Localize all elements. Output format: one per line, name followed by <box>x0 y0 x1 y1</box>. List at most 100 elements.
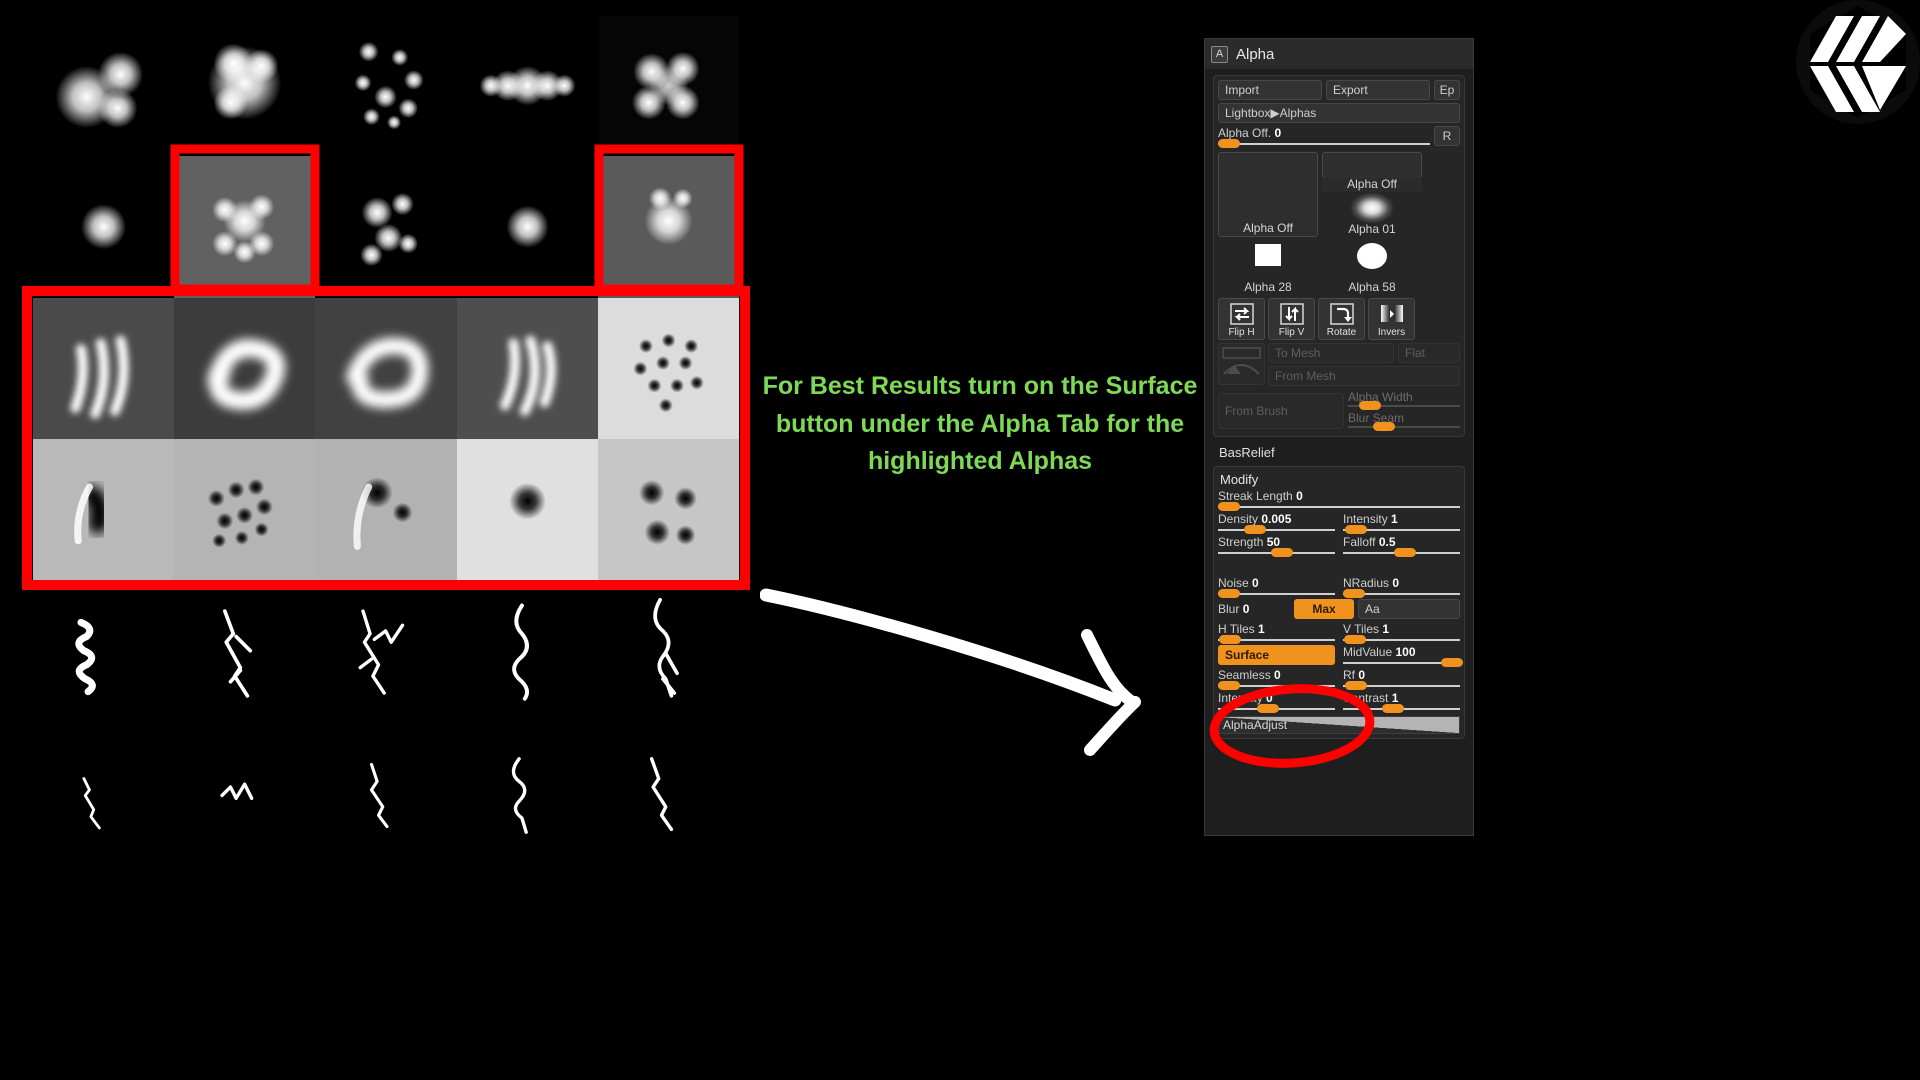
alpha-thumbnail[interactable] <box>456 438 598 581</box>
alpha-adjust-curve[interactable]: AlphaAdjust <box>1218 716 1460 734</box>
midvalue-slider[interactable]: MidValue 100 <box>1343 645 1464 667</box>
alpha-thumbnail[interactable] <box>315 721 457 863</box>
density-slider[interactable]: Density 0.005 <box>1218 512 1335 534</box>
alpha-thumbnail[interactable] <box>456 297 598 439</box>
strength-slider[interactable]: Strength 50 <box>1218 535 1335 557</box>
relief-intensity-knob[interactable] <box>1256 704 1279 713</box>
alpha-thumbnail[interactable] <box>456 580 598 722</box>
aa-toggle-button[interactable]: Aa <box>1358 599 1460 619</box>
alpha-01-art <box>1322 193 1422 223</box>
intensity-slider[interactable]: Intensity 1 <box>1343 512 1460 534</box>
alpha-thumbnail[interactable] <box>315 156 457 298</box>
blur-seam-slider[interactable]: Blur Seam <box>1348 411 1460 431</box>
ep-button[interactable]: Ep <box>1434 80 1460 100</box>
midvalue-label: MidValue <box>1343 645 1393 659</box>
alpha-panel-header: A Alpha <box>1205 39 1473 69</box>
falloff-knob[interactable] <box>1394 548 1417 557</box>
nradius-slider[interactable]: NRadius 0 <box>1343 576 1460 598</box>
alpha-thumbnail[interactable] <box>597 15 739 157</box>
noise-slider[interactable]: Noise 0 <box>1218 576 1335 598</box>
alpha-thumbnail[interactable] <box>315 297 457 439</box>
intensity-knob[interactable] <box>1345 525 1368 534</box>
blur-seam-knob[interactable] <box>1372 422 1395 431</box>
seamless-knob[interactable] <box>1218 681 1240 690</box>
alpha-thumbnail[interactable] <box>33 15 175 157</box>
rf-slider[interactable]: Rf 0 <box>1343 668 1460 690</box>
alpha-thumbnail-grid[interactable] <box>33 15 739 863</box>
alpha-off-reset-button[interactable]: R <box>1434 126 1460 146</box>
alpha-thumbnail[interactable] <box>174 297 316 439</box>
rf-knob[interactable] <box>1345 681 1368 690</box>
seamless-slider[interactable]: Seamless 0 <box>1218 668 1335 690</box>
alpha-slot-01[interactable]: Alpha 01 <box>1322 193 1422 237</box>
surface-toggle-button[interactable]: Surface <box>1218 645 1335 665</box>
alpha-thumbnail[interactable] <box>174 580 316 722</box>
v-tiles-slider[interactable]: V Tiles 1 <box>1343 622 1460 644</box>
max-toggle-button[interactable]: Max <box>1294 599 1354 619</box>
alpha-thumbnail[interactable] <box>456 156 598 298</box>
seamless-label: Seamless <box>1218 668 1271 682</box>
alpha-thumbnail[interactable] <box>174 721 316 863</box>
alpha-thumbnail[interactable] <box>597 438 739 581</box>
export-button[interactable]: Export <box>1326 80 1430 100</box>
nradius-knob[interactable] <box>1343 589 1365 598</box>
alpha-thumbnail[interactable] <box>597 297 739 439</box>
alpha-thumbnail[interactable] <box>33 156 175 298</box>
alpha-slot-58[interactable]: Alpha 58 <box>1322 240 1422 295</box>
contrast-knob[interactable] <box>1381 704 1404 713</box>
strength-knob[interactable] <box>1270 548 1293 557</box>
alpha-thumbnail[interactable] <box>315 15 457 157</box>
invert-button[interactable]: Invers <box>1368 298 1415 340</box>
alpha-thumbnail[interactable] <box>456 15 598 157</box>
from-brush-button[interactable]: From Brush <box>1218 393 1344 429</box>
alpha-thumbnail[interactable] <box>174 156 316 298</box>
bubble-mass-art <box>174 156 315 297</box>
v-tiles-label: V Tiles <box>1343 622 1380 636</box>
contrast-slider[interactable]: Contrast 1 <box>1343 691 1460 713</box>
alpha-slot-28[interactable]: Alpha 28 <box>1218 240 1318 295</box>
alpha-thumbnail[interactable] <box>174 438 316 581</box>
midvalue-knob[interactable] <box>1441 658 1464 667</box>
to-mesh-button[interactable]: To Mesh <box>1268 343 1394 363</box>
alpha-thumbnail[interactable] <box>597 156 739 298</box>
alpha-thumbnail[interactable] <box>33 721 175 863</box>
alpha-thumbnail[interactable] <box>456 721 598 863</box>
alpha-thumbnail[interactable] <box>33 580 175 722</box>
alpha-thumbnail[interactable] <box>315 580 457 722</box>
from-mesh-button[interactable]: From Mesh <box>1268 366 1460 386</box>
alpha-thumbnail[interactable] <box>315 438 457 581</box>
noise-knob[interactable] <box>1218 589 1240 598</box>
import-button[interactable]: Import <box>1218 80 1322 100</box>
v-tiles-knob[interactable] <box>1344 635 1367 644</box>
lightbox-alphas-button[interactable]: Lightbox▶Alphas <box>1218 103 1460 123</box>
alpha-slot-off[interactable]: Alpha Off <box>1322 152 1422 192</box>
flip-v-button[interactable]: Flip V <box>1268 298 1315 340</box>
streak-length-slider[interactable]: Streak Length 0 <box>1218 489 1460 511</box>
alpha-off-track <box>1218 143 1430 145</box>
alpha-off-knob[interactable] <box>1218 139 1240 148</box>
contrast-value: 1 <box>1391 691 1399 705</box>
alpha-thumbnail[interactable] <box>597 721 739 863</box>
alpha-width-slider[interactable]: Alpha Width <box>1348 390 1460 410</box>
density-knob[interactable] <box>1243 525 1266 534</box>
alpha-thumbnail[interactable] <box>597 580 739 722</box>
alpha-thumbnail[interactable] <box>33 438 175 581</box>
streak-length-knob[interactable] <box>1218 502 1240 511</box>
h-tiles-knob[interactable] <box>1219 635 1242 644</box>
rotate-button[interactable]: Rotate <box>1318 298 1365 340</box>
h-tiles-slider[interactable]: H Tiles 1 <box>1218 622 1335 644</box>
tiles-row: H Tiles 1 V Tiles 1 <box>1218 622 1460 645</box>
alpha-slot-current[interactable]: Alpha Off <box>1218 152 1318 237</box>
alpha-off-slider[interactable]: Alpha Off. 0 <box>1218 126 1430 148</box>
ring-single-art <box>33 156 174 297</box>
falloff-slider[interactable]: Falloff 0.5 <box>1343 535 1460 557</box>
alpha-thumbnail[interactable] <box>33 297 175 439</box>
flat-button[interactable]: Flat <box>1398 343 1460 363</box>
alpha-width-knob[interactable] <box>1359 401 1382 410</box>
contrast-label: Contrast <box>1343 691 1389 705</box>
mesh-button-stack: To Mesh Flat From Mesh <box>1268 343 1460 386</box>
flip-h-button[interactable]: Flip H <box>1218 298 1265 340</box>
alpha-thumbnail[interactable] <box>174 15 316 157</box>
cloud-coil-art <box>315 298 456 439</box>
relief-intensity-slider[interactable]: Intensity 0 <box>1218 691 1335 713</box>
